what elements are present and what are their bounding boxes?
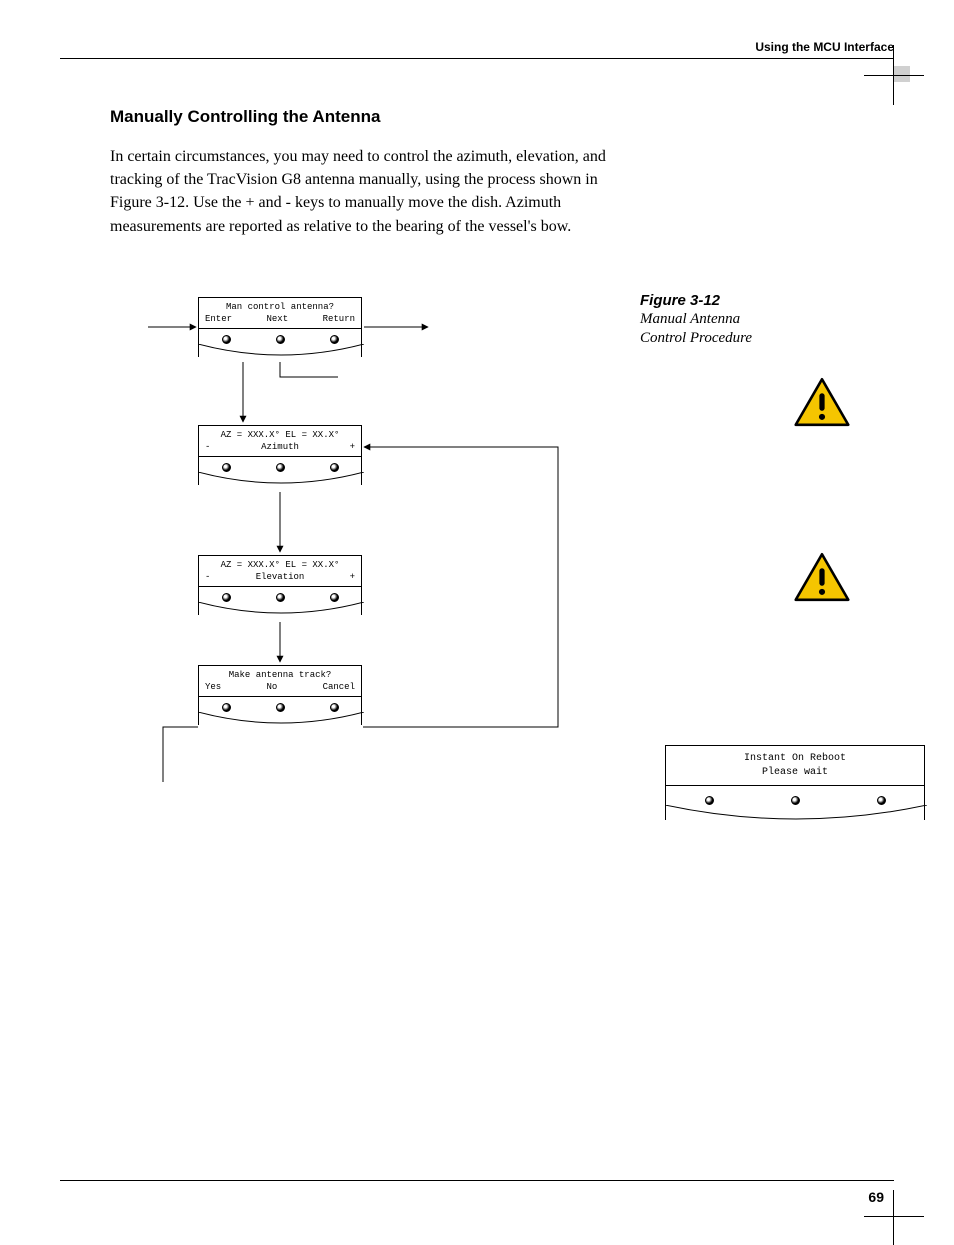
body-paragraph: In certain circumstances, you may need t…: [110, 145, 630, 238]
mcu-button[interactable]: [330, 463, 339, 472]
section-heading: Manually Controlling the Antenna: [110, 107, 380, 127]
lcd-btn-label: -: [205, 571, 210, 583]
mcu-screen-2: AZ = XXX.X° EL = XX.X° - Azimuth +: [198, 425, 362, 485]
mcu-button[interactable]: [330, 703, 339, 712]
running-header: Using the MCU Interface: [755, 40, 894, 54]
mcu-button[interactable]: [276, 593, 285, 602]
mcu-screen-3: AZ = XXX.X° EL = XX.X° - Elevation +: [198, 555, 362, 615]
figure-number: Figure 3-12: [640, 292, 860, 309]
crop-mark-v: [893, 1190, 894, 1245]
mcu-button[interactable]: [877, 796, 886, 805]
mcu-button[interactable]: [276, 463, 285, 472]
lcd-line1: Make antenna track?: [199, 669, 361, 681]
lcd-line1: AZ = XXX.X° EL = XX.X°: [199, 559, 361, 571]
header-rule: [60, 58, 894, 59]
crop-mark-box: [894, 66, 910, 82]
mcu-button[interactable]: [222, 593, 231, 602]
mcu-button[interactable]: [276, 335, 285, 344]
lcd-btn-label: Return: [323, 313, 355, 325]
page-number: 69: [868, 1189, 884, 1205]
lcd-btn-label: No: [266, 681, 277, 693]
lcd-line1: AZ = XXX.X° EL = XX.X°: [199, 429, 361, 441]
lcd-btn-label: Enter: [205, 313, 232, 325]
crop-mark-h: [864, 75, 924, 76]
crop-mark-h: [864, 1216, 924, 1217]
mcu-button[interactable]: [222, 335, 231, 344]
mcu-button[interactable]: [276, 703, 285, 712]
lcd-btn-label: Next: [267, 313, 289, 325]
footer-rule: [60, 1180, 894, 1181]
lcd-btn-label: +: [350, 441, 355, 453]
warning-icon: [794, 552, 850, 602]
lcd-btn-label: Cancel: [323, 681, 355, 693]
warning-icon: [794, 377, 850, 427]
mcu-button[interactable]: [330, 593, 339, 602]
mcu-button[interactable]: [222, 703, 231, 712]
lcd-line1: Instant On Reboot: [666, 752, 924, 766]
lcd-line2: Please wait: [666, 766, 924, 780]
mcu-screen-4: Make antenna track? Yes No Cancel: [198, 665, 362, 725]
lcd-btn-label: Azimuth: [261, 441, 299, 453]
lcd-btn-label: +: [350, 571, 355, 583]
mcu-screen-reboot: Instant On Reboot Please wait: [665, 745, 935, 820]
crop-mark-v: [893, 45, 894, 105]
mcu-button[interactable]: [222, 463, 231, 472]
mcu-button[interactable]: [791, 796, 800, 805]
lcd-btn-label: -: [205, 441, 210, 453]
figure-caption-line1: Manual Antenna: [640, 311, 860, 328]
lcd-btn-label: Yes: [205, 681, 221, 693]
lcd-line1: Man control antenna?: [199, 301, 361, 313]
flowchart: Man control antenna? Enter Next Return A…: [148, 292, 578, 782]
mcu-button[interactable]: [330, 335, 339, 344]
mcu-button[interactable]: [705, 796, 714, 805]
mcu-screen-1: Man control antenna? Enter Next Return: [198, 297, 362, 357]
figure-caption-line2: Control Procedure: [640, 330, 860, 347]
lcd-btn-label: Elevation: [256, 571, 305, 583]
